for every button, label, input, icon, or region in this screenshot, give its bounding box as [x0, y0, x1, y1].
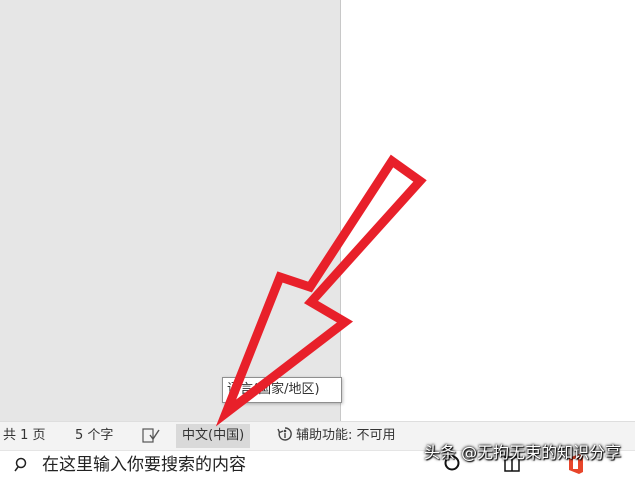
- accessibility-status[interactable]: 辅助功能: 不可用: [276, 422, 396, 450]
- taskbar-search-input[interactable]: 在这里输入你要搜索的内容: [42, 453, 246, 477]
- word-count[interactable]: 5 个字: [75, 422, 113, 450]
- proofing-icon[interactable]: [141, 427, 161, 445]
- page-count[interactable]: 共 1 页: [3, 422, 46, 450]
- accessibility-icon: [277, 427, 292, 441]
- page-edge: [340, 0, 341, 421]
- watermark: 头条 @无拘无束的知识分享: [424, 443, 622, 462]
- accessibility-label: 辅助功能: 不可用: [296, 428, 396, 443]
- search-icon[interactable]: [14, 457, 30, 473]
- gray-background: [0, 0, 340, 421]
- document-area: [0, 0, 635, 421]
- language-tooltip: 语言(国家/地区): [222, 377, 342, 403]
- language-button[interactable]: 中文(中国): [176, 424, 251, 448]
